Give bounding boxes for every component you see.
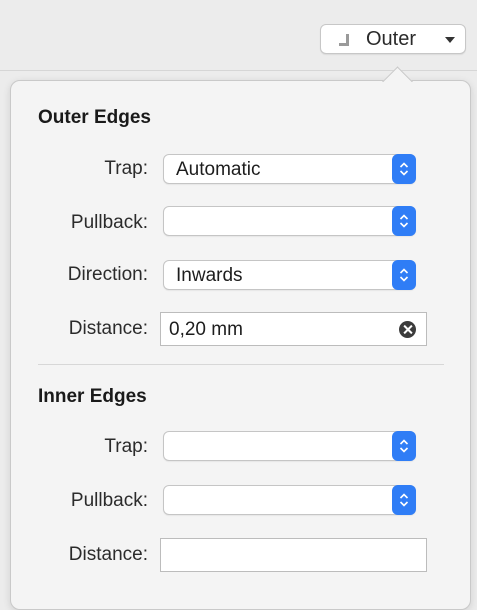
- outer-pullback-label: Pullback:: [70, 212, 148, 233]
- stepper-arrows-icon: [392, 260, 416, 290]
- popover-arrow: [378, 60, 418, 82]
- inner-edges-title: Inner Edges: [38, 386, 147, 407]
- inner-distance-field[interactable]: [160, 538, 427, 572]
- stepper-arrows-icon: [392, 485, 416, 515]
- clear-icon[interactable]: [399, 321, 416, 338]
- outer-pullback-select[interactable]: [163, 206, 416, 236]
- outer-distance-label: Distance:: [68, 318, 148, 339]
- inner-pullback-select[interactable]: [163, 485, 416, 515]
- stepper-arrows-icon: [392, 431, 416, 461]
- corner-edge-icon: [339, 33, 351, 46]
- outer-distance-field[interactable]: 0,20 mm: [160, 312, 427, 346]
- outer-trap-select[interactable]: Automatic: [163, 154, 416, 184]
- outer-edges-title: Outer Edges: [38, 107, 151, 128]
- chevron-down-icon: [445, 37, 455, 43]
- outer-distance-value: 0,20 mm: [169, 319, 243, 340]
- edge-selector-label: Outer: [366, 28, 417, 50]
- inner-distance-label: Distance:: [68, 544, 148, 565]
- stepper-arrows-icon: [392, 206, 416, 236]
- outer-direction-value: Inwards: [176, 265, 243, 286]
- outer-direction-select[interactable]: Inwards: [163, 260, 416, 290]
- inner-trap-select[interactable]: [163, 431, 416, 461]
- edge-selector-button[interactable]: Outer: [320, 24, 466, 54]
- inner-trap-label: Trap:: [104, 436, 148, 457]
- outer-trap-value: Automatic: [176, 159, 261, 180]
- stepper-arrows-icon: [392, 154, 416, 184]
- section-divider: [38, 364, 444, 365]
- outer-direction-label: Direction:: [67, 264, 148, 285]
- outer-trap-label: Trap:: [104, 158, 148, 179]
- inner-pullback-label: Pullback:: [70, 490, 148, 511]
